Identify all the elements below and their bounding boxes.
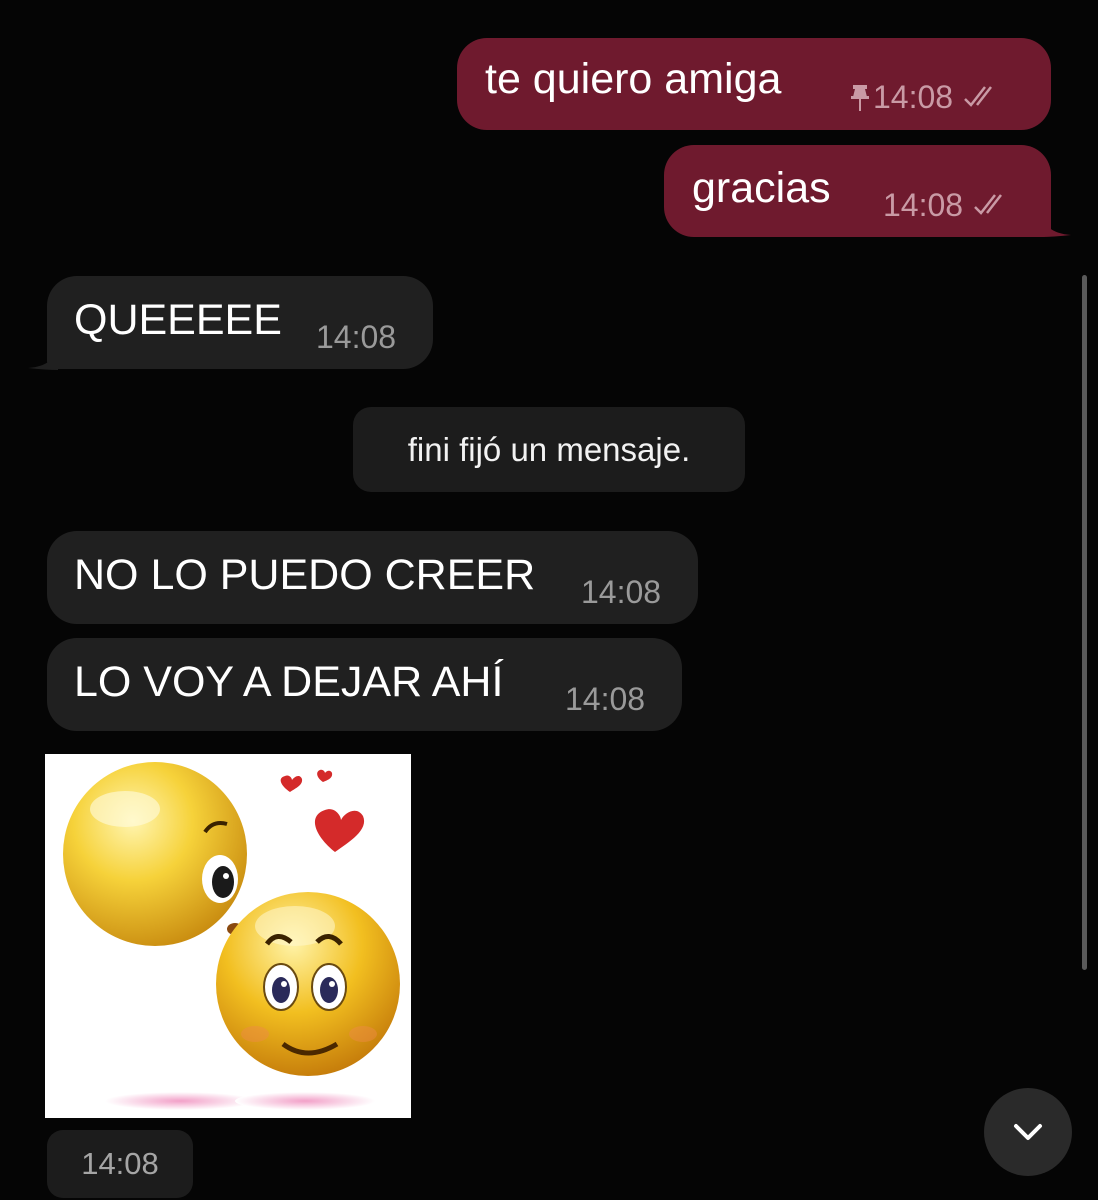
emoji-kiss-image (63, 762, 400, 1110)
chevron-down-icon (1014, 1124, 1042, 1140)
message-text: QUEEEEE (74, 296, 282, 344)
photo-message[interactable] (45, 754, 411, 1118)
service-message: fini fijó un mensaje. (353, 407, 745, 492)
message-text: LO VOY A DEJAR AHÍ (74, 658, 504, 706)
message-text: NO LO PUEDO CREER (74, 551, 536, 599)
message-time: 14:08 (316, 319, 397, 355)
incoming-message[interactable]: QUEEEEE 14:08 (28, 276, 433, 370)
double-check-icon (964, 86, 993, 107)
heart-icon (280, 769, 365, 852)
bubble-tail (1041, 211, 1071, 237)
message-time: 14:08 (883, 187, 964, 223)
outgoing-message[interactable]: gracias 14:08 (664, 145, 1071, 237)
kissing-emoji-icon (63, 762, 247, 946)
photo-time: 14:08 (47, 1130, 193, 1198)
scroll-down-button[interactable] (984, 1088, 1072, 1176)
message-time: 14:08 (565, 681, 646, 717)
message-time: 14:08 (581, 574, 662, 610)
message-time: 14:08 (873, 79, 954, 115)
scrollbar[interactable] (1082, 275, 1087, 970)
message-meta: 14:08 (581, 576, 661, 608)
bubble-tail (28, 344, 58, 370)
message-text: te quiero amiga (485, 55, 782, 103)
pin-icon (851, 85, 869, 111)
message-text: gracias (692, 164, 831, 212)
message-meta: 14:08 (883, 189, 1015, 221)
chat-area: te quiero amiga 14:08 gracias 14:08 QUEE… (0, 0, 1098, 1200)
double-check-icon (974, 194, 1003, 215)
message-meta: 14:08 (316, 321, 396, 353)
message-meta: 14:08 (849, 81, 1005, 113)
blushing-emoji-icon (216, 892, 400, 1076)
incoming-message[interactable]: NO LO PUEDO CREER 14:08 (47, 531, 698, 624)
message-meta: 14:08 (565, 683, 645, 715)
outgoing-message[interactable]: te quiero amiga 14:08 (457, 38, 1051, 130)
incoming-message[interactable]: LO VOY A DEJAR AHÍ 14:08 (47, 638, 682, 731)
